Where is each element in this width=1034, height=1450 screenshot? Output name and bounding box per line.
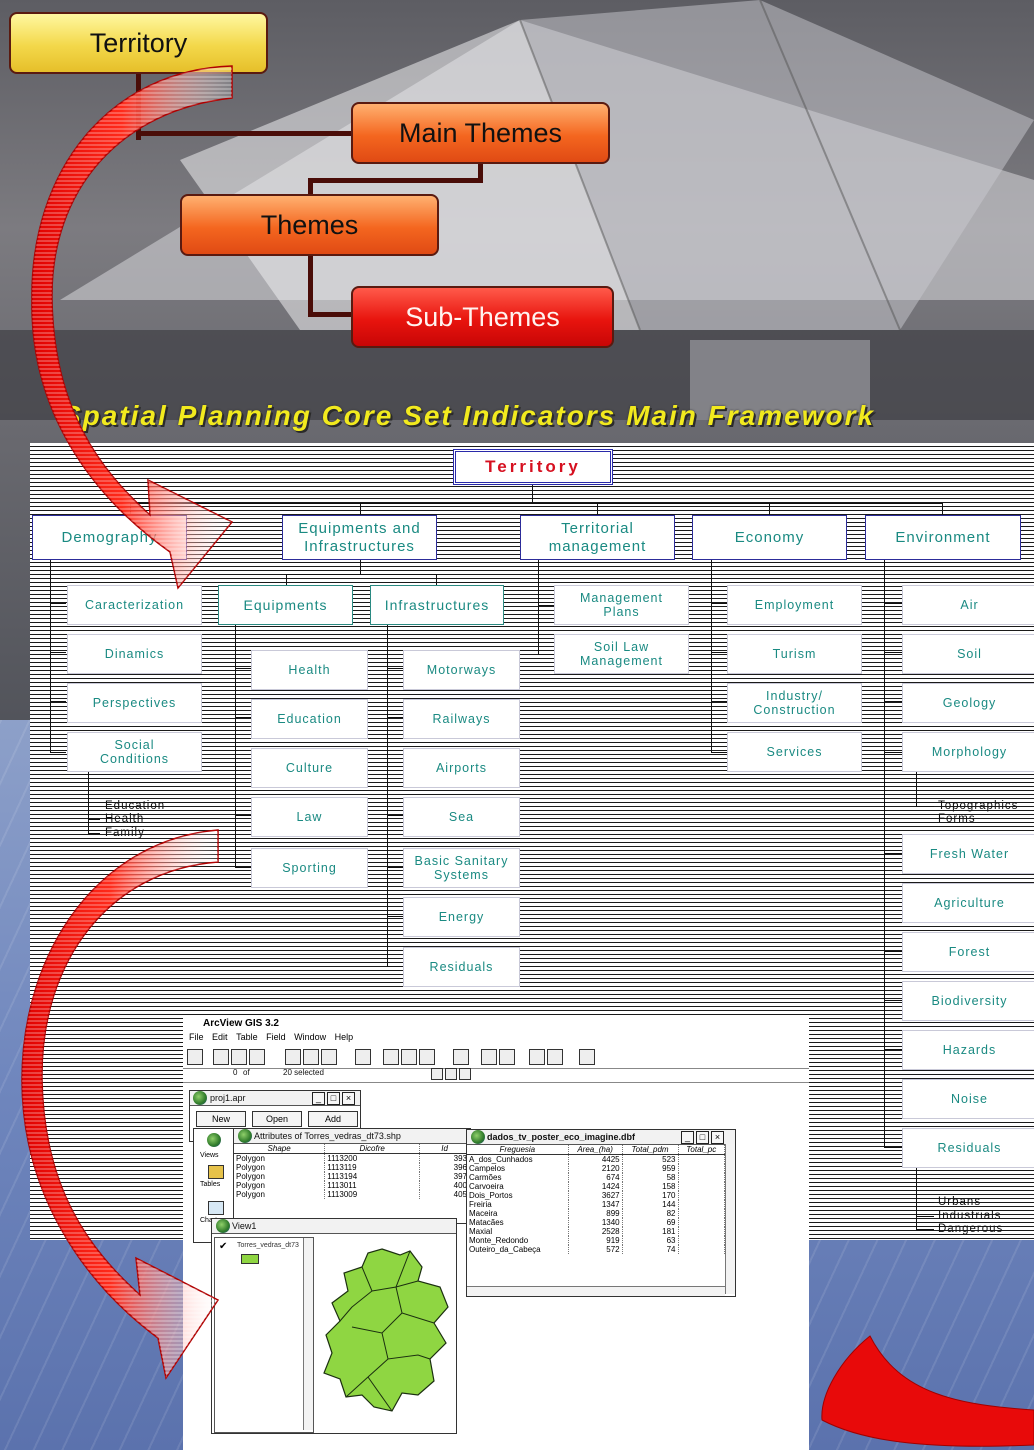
- upper-curved-arrow: [31, 65, 234, 590]
- lower-curved-arrow: [21, 829, 220, 1380]
- decorative-arrows: [21, 65, 1034, 1447]
- corner-red-arc: [821, 1335, 1034, 1447]
